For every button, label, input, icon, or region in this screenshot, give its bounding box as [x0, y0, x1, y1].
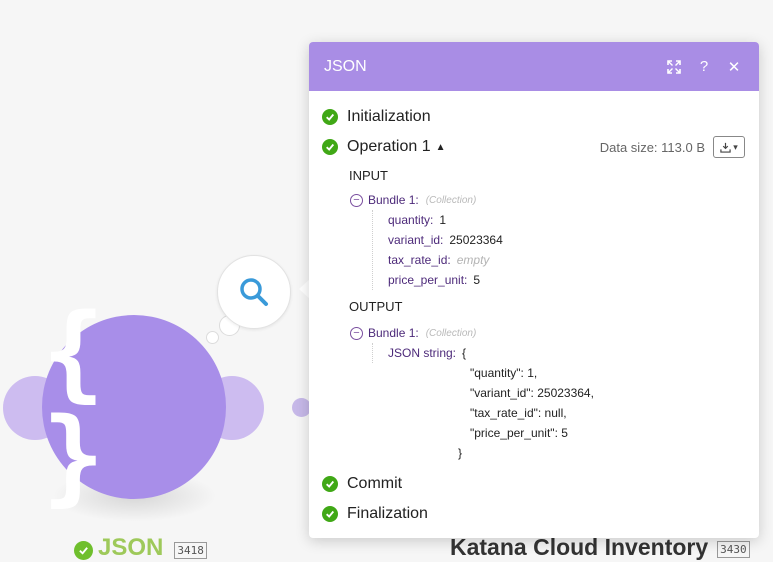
input-bundle-header[interactable]: − Bundle 1: (Collection) [350, 190, 745, 210]
output-bundle-header[interactable]: − Bundle 1: (Collection) [350, 323, 745, 343]
help-icon: ? [699, 58, 709, 75]
input-bundle-fields: quantity: 1 variant_id: 25023364 tax_rat… [372, 210, 745, 290]
caret-up-icon: ▲ [435, 141, 446, 153]
json-string-value: "quantity": 1, "variant_id": 25023364, "… [322, 363, 745, 463]
panel-header: JSON ? ✕ [309, 42, 759, 91]
section-finalization[interactable]: Finalization [322, 499, 745, 529]
magnifier-icon [240, 278, 268, 306]
panel-title: JSON [324, 57, 367, 75]
field-key: tax_rate_id: [388, 253, 451, 267]
field-row: quantity: 1 [388, 210, 745, 230]
section-operation[interactable]: Operation 1 ▲ Data size: 113.0 B ▾ [322, 132, 745, 162]
inspect-bubble[interactable] [217, 255, 291, 329]
field-row: tax_rate_id: empty [388, 250, 745, 270]
module-label: JSON 3418 [74, 534, 207, 562]
json-line: { [462, 346, 467, 360]
module-name: JSON [98, 534, 164, 561]
bundle-name: Bundle 1: [368, 193, 419, 207]
json-module[interactable]: { } [42, 300, 226, 508]
field-row: variant_id: 25023364 [388, 230, 745, 250]
close-icon: ✕ [727, 58, 741, 76]
field-value: 5 [473, 273, 481, 287]
bubble-dot-small [206, 331, 219, 344]
section-title: Commit [347, 475, 403, 492]
data-size: Data size: 113.0 B [599, 139, 705, 155]
section-title: Initialization [347, 108, 431, 125]
field-key: JSON string: [388, 346, 457, 360]
download-icon [720, 142, 731, 153]
collapse-icon: − [350, 193, 363, 207]
check-icon [322, 506, 338, 522]
field-value: empty [456, 253, 490, 267]
expand-button[interactable] [659, 52, 689, 82]
curly-braces-icon: { } [42, 291, 107, 517]
field-key: price_per_unit: [388, 273, 468, 287]
field-row: price_per_unit: 5 [388, 270, 745, 290]
section-title: Operation 1 [347, 138, 431, 155]
section-commit[interactable]: Commit [322, 469, 745, 499]
panel-body: Initialization Operation 1 ▲ Data size: … [309, 102, 759, 529]
section-initialization[interactable]: Initialization [322, 102, 745, 132]
json-line: } [458, 446, 463, 460]
collapse-icon: − [350, 326, 363, 340]
output-bundle-fields: JSON string: { [372, 343, 745, 363]
chevron-down-icon: ▾ [733, 141, 738, 152]
field-key: quantity: [388, 213, 434, 227]
check-icon [322, 139, 338, 155]
json-line: "price_per_unit": 5 [470, 426, 568, 440]
json-line: "tax_rate_id": null, [470, 406, 567, 420]
next-module-label: Katana Cloud Inventory 3430 [450, 534, 750, 561]
help-button[interactable]: ? [689, 52, 719, 82]
json-line: "variant_id": 25023364, [470, 386, 594, 400]
check-icon [322, 476, 338, 492]
check-icon [74, 540, 93, 560]
json-output-panel: JSON ? ✕ Initialization Operation 1 ▲ Da… [309, 42, 759, 538]
output-label: OUTPUT [349, 299, 403, 314]
close-button[interactable]: ✕ [719, 52, 749, 82]
input-label: INPUT [349, 168, 388, 183]
field-key: variant_id: [388, 233, 444, 247]
download-button[interactable]: ▾ [713, 136, 745, 158]
field-value: 1 [439, 213, 447, 227]
json-line: "quantity": 1, [470, 366, 538, 380]
module-id: 3418 [174, 541, 207, 559]
field-value: 25023364 [449, 233, 503, 247]
section-title: Finalization [347, 505, 428, 522]
bundle-type: (Collection) [425, 194, 477, 206]
bundle-name: Bundle 1: [368, 326, 419, 340]
next-module-name: Katana Cloud Inventory [450, 534, 709, 560]
next-module-id: 3430 [717, 541, 750, 558]
expand-icon [667, 59, 681, 74]
field-row: JSON string: { [388, 343, 745, 363]
bundle-type: (Collection) [425, 327, 477, 339]
check-icon [322, 109, 338, 125]
